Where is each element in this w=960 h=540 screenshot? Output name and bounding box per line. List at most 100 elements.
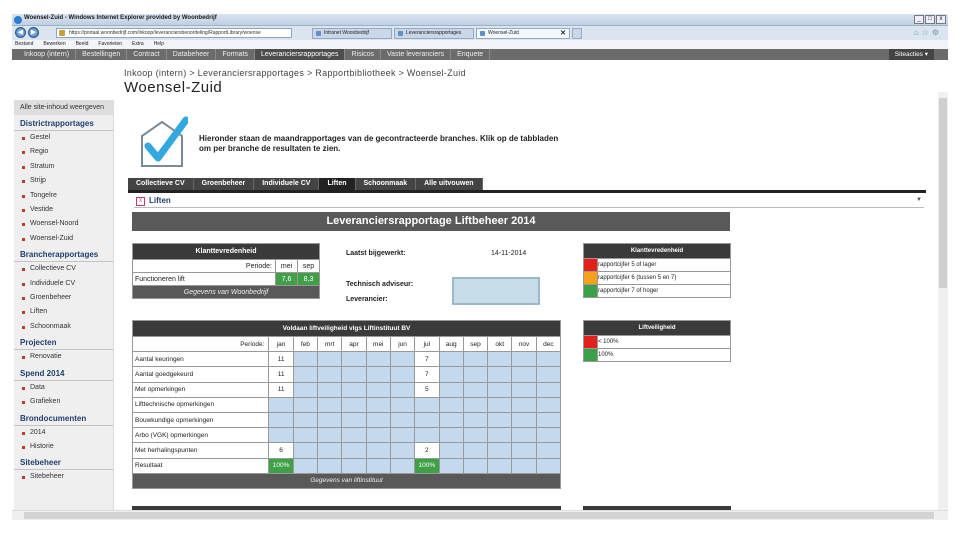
checkmark-document-icon — [141, 116, 188, 167]
sidebar-item[interactable]: Renovatie — [14, 350, 113, 364]
site-nav-item[interactable]: Inkoop (intern) — [18, 49, 77, 60]
sidebar-item[interactable]: Liften — [14, 305, 113, 319]
value-cell — [438, 396, 464, 413]
new-tab-button[interactable] — [572, 28, 582, 39]
sidebar-item[interactable]: Data — [14, 381, 113, 395]
value-cell — [341, 427, 367, 444]
sidebar-section-header[interactable]: Sitebeheer — [14, 456, 113, 471]
advisor-box — [452, 277, 540, 305]
value-cell — [535, 381, 562, 398]
menu-bar: Bestand Bewerken Beeld Favorieten Extra … — [12, 40, 948, 49]
value-cell: 11 — [268, 381, 294, 398]
value-cell — [365, 366, 391, 383]
branch-tabs: Collectieve CV Groenbeheer Individuele CV L… — [128, 178, 483, 190]
site-nav-item[interactable]: Enquete — [451, 49, 491, 60]
legend-text: 100% — [597, 348, 731, 362]
scroll-thumb[interactable] — [939, 98, 947, 288]
browser-tab[interactable]: Intranet Woonbedrijf — [312, 28, 392, 39]
sidebar-item[interactable]: Strijp — [14, 174, 113, 188]
intro-text: Hieronder staan de maandrapportages van … — [199, 134, 559, 153]
site-nav-items: Inkoop (intern) Bestellingen Contract Datab… — [12, 49, 948, 60]
all-site-content-link[interactable]: Alle site-inhoud weergeven — [14, 100, 113, 115]
sidebar-item[interactable]: Groenbeheer — [14, 291, 113, 305]
vertical-scrollbar[interactable] — [938, 92, 948, 510]
browser-tab[interactable]: Leveranciersrapportages — [394, 28, 474, 39]
close-tab-icon[interactable]: ✕ — [560, 29, 566, 38]
sidebar-item[interactable]: Stratum — [14, 160, 113, 174]
minimize-button[interactable]: _ — [914, 15, 924, 24]
home-star-gear-icons[interactable]: ⌂☆⚙ — [914, 28, 942, 37]
site-nav-item[interactable]: Vaste leveranciers — [381, 49, 452, 60]
branch-tab[interactable]: Individuele CV — [254, 178, 320, 190]
row-label: Aantal goedgekeurd — [131, 366, 270, 383]
sidebar-item[interactable]: Vestide — [14, 203, 113, 217]
value-cell — [535, 396, 562, 413]
row-label: Lifttechnische opmerkingen — [131, 396, 270, 413]
sidebar-item[interactable]: Sitebeheer — [14, 470, 113, 484]
menu-item-help[interactable]: Help — [154, 40, 164, 49]
sidebar-item[interactable]: Collectieve CV — [14, 262, 113, 276]
menu-item-bestand[interactable]: Bestand — [15, 40, 33, 49]
sidebar-item[interactable]: Regio — [14, 145, 113, 159]
site-actions-button[interactable]: Siteacties ▾ — [888, 49, 934, 60]
site-nav-item[interactable]: Leveranciersrapportages — [255, 49, 346, 60]
branch-tab[interactable]: Alle uitvouwen — [416, 178, 483, 190]
liftveiligheid-legend: Liftveiligheid < 100% 100% — [583, 320, 731, 362]
webpart-menu-arrow-icon[interactable]: ▼ — [916, 197, 922, 203]
back-arrow-icon[interactable]: ◀ — [15, 27, 26, 38]
browser-tab-active[interactable]: Woensel-Zuid ✕ — [476, 28, 570, 39]
sidebar-section-header[interactable]: Districtrapportages — [14, 117, 113, 131]
sidebar-item[interactable]: Schoonmaak — [14, 320, 113, 334]
value-cell — [487, 427, 513, 444]
window-titlebar: Woensel-Zuid - Windows Internet Explorer… — [12, 14, 948, 26]
site-nav-item[interactable]: Formats — [216, 49, 256, 60]
value-cell: 7 — [414, 351, 440, 368]
branch-tab[interactable]: Liften — [319, 178, 356, 190]
breadcrumb[interactable]: Inkoop (intern) > Leveranciersrapportage… — [124, 68, 466, 78]
site-nav-item[interactable]: Contract — [127, 49, 167, 60]
site-nav-item[interactable]: Risicos — [345, 49, 382, 60]
sidebar-section-header[interactable]: Spend 2014 — [14, 367, 113, 381]
menu-item-extra[interactable]: Extra — [132, 40, 144, 49]
last-updated-value: 14-11-2014 — [491, 250, 527, 257]
scroll-thumb[interactable] — [24, 512, 934, 519]
maximize-button[interactable]: □ — [925, 15, 935, 24]
webpart-title[interactable]: Liften — [149, 196, 171, 205]
sidebar-item[interactable]: Tongelre — [14, 189, 113, 203]
value-cell — [292, 442, 319, 459]
sidebar-item[interactable]: Historie — [14, 440, 113, 454]
value-cell — [487, 351, 513, 368]
sidebar-item[interactable]: Woensel-Zuid — [14, 232, 113, 246]
sidebar-item[interactable]: Woensel-Noord — [14, 217, 113, 231]
branch-tab[interactable]: Schoonmaak — [355, 178, 417, 190]
close-window-button[interactable]: x — [936, 15, 946, 24]
address-input[interactable]: https://portaal.woonbedrijf.com/inkoop/l… — [56, 28, 292, 38]
month-header: mei — [275, 259, 298, 273]
value-cell — [535, 366, 562, 383]
sidebar-section-header[interactable]: Projecten — [14, 336, 113, 351]
legend-text: rapportcijfer 6 (tussen 5 en 7) — [597, 271, 731, 285]
value-cell — [511, 442, 537, 459]
sidebar-item[interactable]: 2014 — [14, 426, 113, 440]
sidebar-section-header[interactable]: Brancherapportages — [14, 248, 113, 263]
lock-icon — [59, 30, 65, 36]
site-nav-item[interactable]: Databeheer — [167, 49, 217, 60]
sidebar-item[interactable]: Grafieken — [14, 395, 113, 409]
sidebar-section-header[interactable]: Brondocumenten — [14, 412, 113, 426]
sidebar-item[interactable]: Gestel — [14, 131, 113, 145]
menu-item-favorieten[interactable]: Favorieten — [98, 40, 122, 49]
horizontal-scrollbar[interactable] — [12, 510, 948, 520]
site-nav-item[interactable]: Bestellingen — [76, 49, 128, 60]
value-cell — [414, 411, 440, 429]
forward-arrow-icon[interactable]: ▶ — [28, 27, 39, 38]
sidebar-item[interactable]: Individuele CV — [14, 277, 113, 291]
month-header: sep — [297, 259, 320, 273]
menu-item-beeld[interactable]: Beeld — [76, 40, 89, 49]
klanttevredenheid-table: Klanttevredenheid Periode: mei sep Funct… — [132, 243, 320, 299]
value-cell — [317, 442, 343, 459]
branch-tab[interactable]: Collectieve CV — [128, 178, 194, 190]
menu-item-bewerken[interactable]: Bewerken — [43, 40, 65, 49]
value-cell — [389, 381, 416, 398]
branch-tab[interactable]: Groenbeheer — [193, 178, 255, 190]
value-cell — [317, 457, 343, 474]
